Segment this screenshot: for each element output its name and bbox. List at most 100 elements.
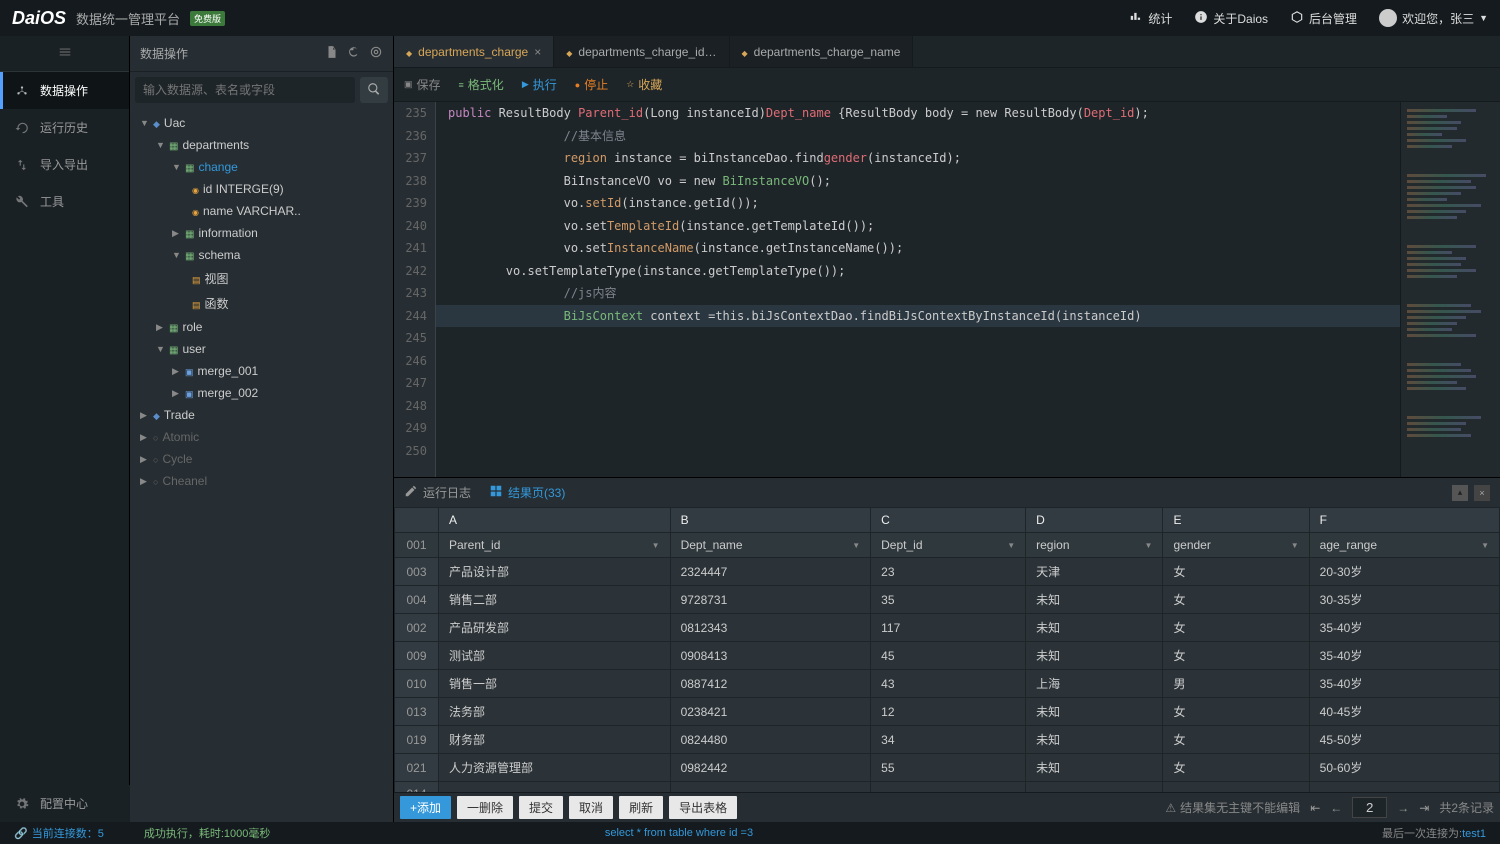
search-button[interactable] <box>360 77 388 103</box>
user-menu[interactable]: 欢迎您，张三 ▼ <box>1379 9 1488 27</box>
table-row[interactable]: 021人力资源管理部098244255未知女50-60岁 <box>395 754 1500 782</box>
cancel-button[interactable]: 取消 <box>569 796 613 819</box>
node-change[interactable]: ▼change <box>130 156 393 178</box>
last-page-button[interactable]: ⇥ <box>1419 801 1429 815</box>
node-atomic[interactable]: ▶Atomic <box>130 426 393 448</box>
config-center-button[interactable]: 配置中心 <box>0 785 130 822</box>
refresh-icon[interactable] <box>347 45 361 62</box>
nav-tools[interactable]: 工具 <box>0 183 129 220</box>
filter-region[interactable]: region▼ <box>1026 533 1163 558</box>
nav-data-ops[interactable]: 数据操作 <box>0 72 129 109</box>
node-departments[interactable]: ▼departments <box>130 134 393 156</box>
save-icon: ▣ <box>404 79 413 90</box>
expand-icon: ▴ <box>1458 487 1463 498</box>
about-link[interactable]: 关于Daios <box>1194 10 1268 27</box>
tab-1[interactable]: departments_charge_id… <box>554 36 729 67</box>
logo-text: DaiOS <box>12 8 66 29</box>
star-icon: ☆ <box>626 79 634 90</box>
filter-Dept_id[interactable]: Dept_id▼ <box>871 533 1026 558</box>
node-cycle[interactable]: ▶Cycle <box>130 448 393 470</box>
refresh-button[interactable]: 刷新 <box>619 796 663 819</box>
first-page-button[interactable]: ⇤ <box>1310 801 1320 815</box>
exec-status: 成功执行，耗时:1000毫秒 <box>144 825 271 841</box>
editor-toolbar: ▣保存 ≡格式化 ▶执行 ●停止 ☆收藏 <box>394 68 1500 102</box>
node-name-field[interactable]: name VARCHAR.. <box>130 200 393 222</box>
search-icon <box>367 82 381 99</box>
node-cheanel[interactable]: ▶Cheanel <box>130 470 393 492</box>
main-layout: 数据操作 运行历史 导入导出 工具 数据操作 <box>0 36 1500 822</box>
col-c[interactable]: C <box>871 508 1026 533</box>
minimap[interactable] <box>1400 102 1500 477</box>
close-icon[interactable]: × <box>534 45 541 59</box>
node-funcs[interactable]: 函数 <box>130 291 393 316</box>
node-uac[interactable]: ▼Uac <box>130 112 393 134</box>
prev-page-button[interactable]: ← <box>1330 801 1342 815</box>
export-button[interactable]: 导出表格 <box>669 796 737 819</box>
node-views[interactable]: 视图 <box>130 266 393 291</box>
table-row[interactable]: 009测试部090841345未知女35-40岁 <box>395 642 1500 670</box>
tab-2[interactable]: departments_charge_name <box>730 36 914 67</box>
nav-run-history[interactable]: 运行历史 <box>0 109 129 146</box>
node-trade[interactable]: ▶Trade <box>130 404 393 426</box>
add-button[interactable]: +添加 <box>400 796 451 819</box>
file-icon <box>742 45 748 59</box>
grid-toolbar: +添加 一删除 提交 取消 刷新 导出表格 ⚠结果集无主键不能编辑 ⇤ ← → … <box>394 792 1500 822</box>
next-page-button[interactable]: → <box>1397 801 1409 815</box>
search-input[interactable] <box>135 77 355 103</box>
col-e[interactable]: E <box>1163 508 1309 533</box>
result-tab[interactable]: 结果页(33) <box>489 484 565 501</box>
col-b[interactable]: B <box>670 508 871 533</box>
table-row[interactable]: 013法务部023842112未知女40-45岁 <box>395 698 1500 726</box>
tree-body: ▼Uac ▼departments ▼change id INTERGE(9) … <box>130 108 393 822</box>
favorite-button[interactable]: ☆收藏 <box>626 76 662 93</box>
code-editor[interactable]: 2352362372382392402412422432442452462472… <box>394 102 1500 477</box>
history-icon <box>14 120 30 136</box>
stats-link[interactable]: 统计 <box>1129 10 1172 27</box>
table-row[interactable]: 019财务部082448034未知女45-50岁 <box>395 726 1500 754</box>
collapse-button[interactable] <box>0 36 129 72</box>
table-row[interactable]: 004销售二部972873135未知女30-35岁 <box>395 586 1500 614</box>
execute-button[interactable]: ▶执行 <box>522 76 557 93</box>
nav-import-export[interactable]: 导入导出 <box>0 146 129 183</box>
node-information[interactable]: ▶information <box>130 222 393 244</box>
table-row[interactable]: 002产品研发部0812343117未知女35-40岁 <box>395 614 1500 642</box>
col-d[interactable]: D <box>1026 508 1163 533</box>
node-id-field[interactable]: id INTERGE(9) <box>130 178 393 200</box>
close-panel-button[interactable]: × <box>1474 485 1490 501</box>
save-button[interactable]: ▣保存 <box>404 76 441 93</box>
col-f[interactable]: F <box>1309 508 1499 533</box>
result-grid[interactable]: A B C D E F 001Parent_id▼Dept_name▼Dept_… <box>394 507 1500 792</box>
filter-Dept_name[interactable]: Dept_name▼ <box>670 533 871 558</box>
node-merge2[interactable]: ▶merge_002 <box>130 382 393 404</box>
table-row[interactable]: 003产品设计部232444723天津女20-30岁 <box>395 558 1500 586</box>
node-schema[interactable]: ▼schema <box>130 244 393 266</box>
node-role[interactable]: ▶role <box>130 316 393 338</box>
filter-age_range[interactable]: age_range▼ <box>1309 533 1499 558</box>
log-tab[interactable]: 运行日志 <box>404 484 471 501</box>
warning-icon: ⚠ <box>1165 801 1176 815</box>
data-icon <box>14 83 30 99</box>
app-header: DaiOS 数据统一管理平台 免费版 统计 关于Daios 后台管理 欢迎您，张… <box>0 0 1500 36</box>
table-row[interactable]: 010销售一部088741243上海男35-40岁 <box>395 670 1500 698</box>
col-a[interactable]: A <box>439 508 671 533</box>
format-button[interactable]: ≡格式化 <box>459 76 504 93</box>
code-content[interactable]: public ResultBody Parent_id(Long instanc… <box>436 102 1400 477</box>
page-input[interactable] <box>1352 797 1387 818</box>
delete-button[interactable]: 一删除 <box>457 796 513 819</box>
table-row[interactable]: 014 <box>395 782 1500 793</box>
commit-button[interactable]: 提交 <box>519 796 563 819</box>
filter-gender[interactable]: gender▼ <box>1163 533 1309 558</box>
stop-button[interactable]: ●停止 <box>575 76 608 93</box>
admin-link[interactable]: 后台管理 <box>1290 10 1357 27</box>
filter-Parent_id[interactable]: Parent_id▼ <box>439 533 671 558</box>
sql-text: select * from table where id =3 <box>605 827 753 839</box>
new-file-icon[interactable] <box>325 45 339 62</box>
target-icon[interactable] <box>369 45 383 62</box>
expand-button[interactable]: ▴ <box>1452 485 1468 501</box>
header-right: 统计 关于Daios 后台管理 欢迎您，张三 ▼ <box>1129 9 1488 27</box>
node-merge1[interactable]: ▶merge_001 <box>130 360 393 382</box>
logo-subtitle: 数据统一管理平台 <box>76 9 180 28</box>
tab-0[interactable]: departments_charge× <box>394 36 554 67</box>
version-badge: 免费版 <box>190 11 225 26</box>
node-user[interactable]: ▼user <box>130 338 393 360</box>
